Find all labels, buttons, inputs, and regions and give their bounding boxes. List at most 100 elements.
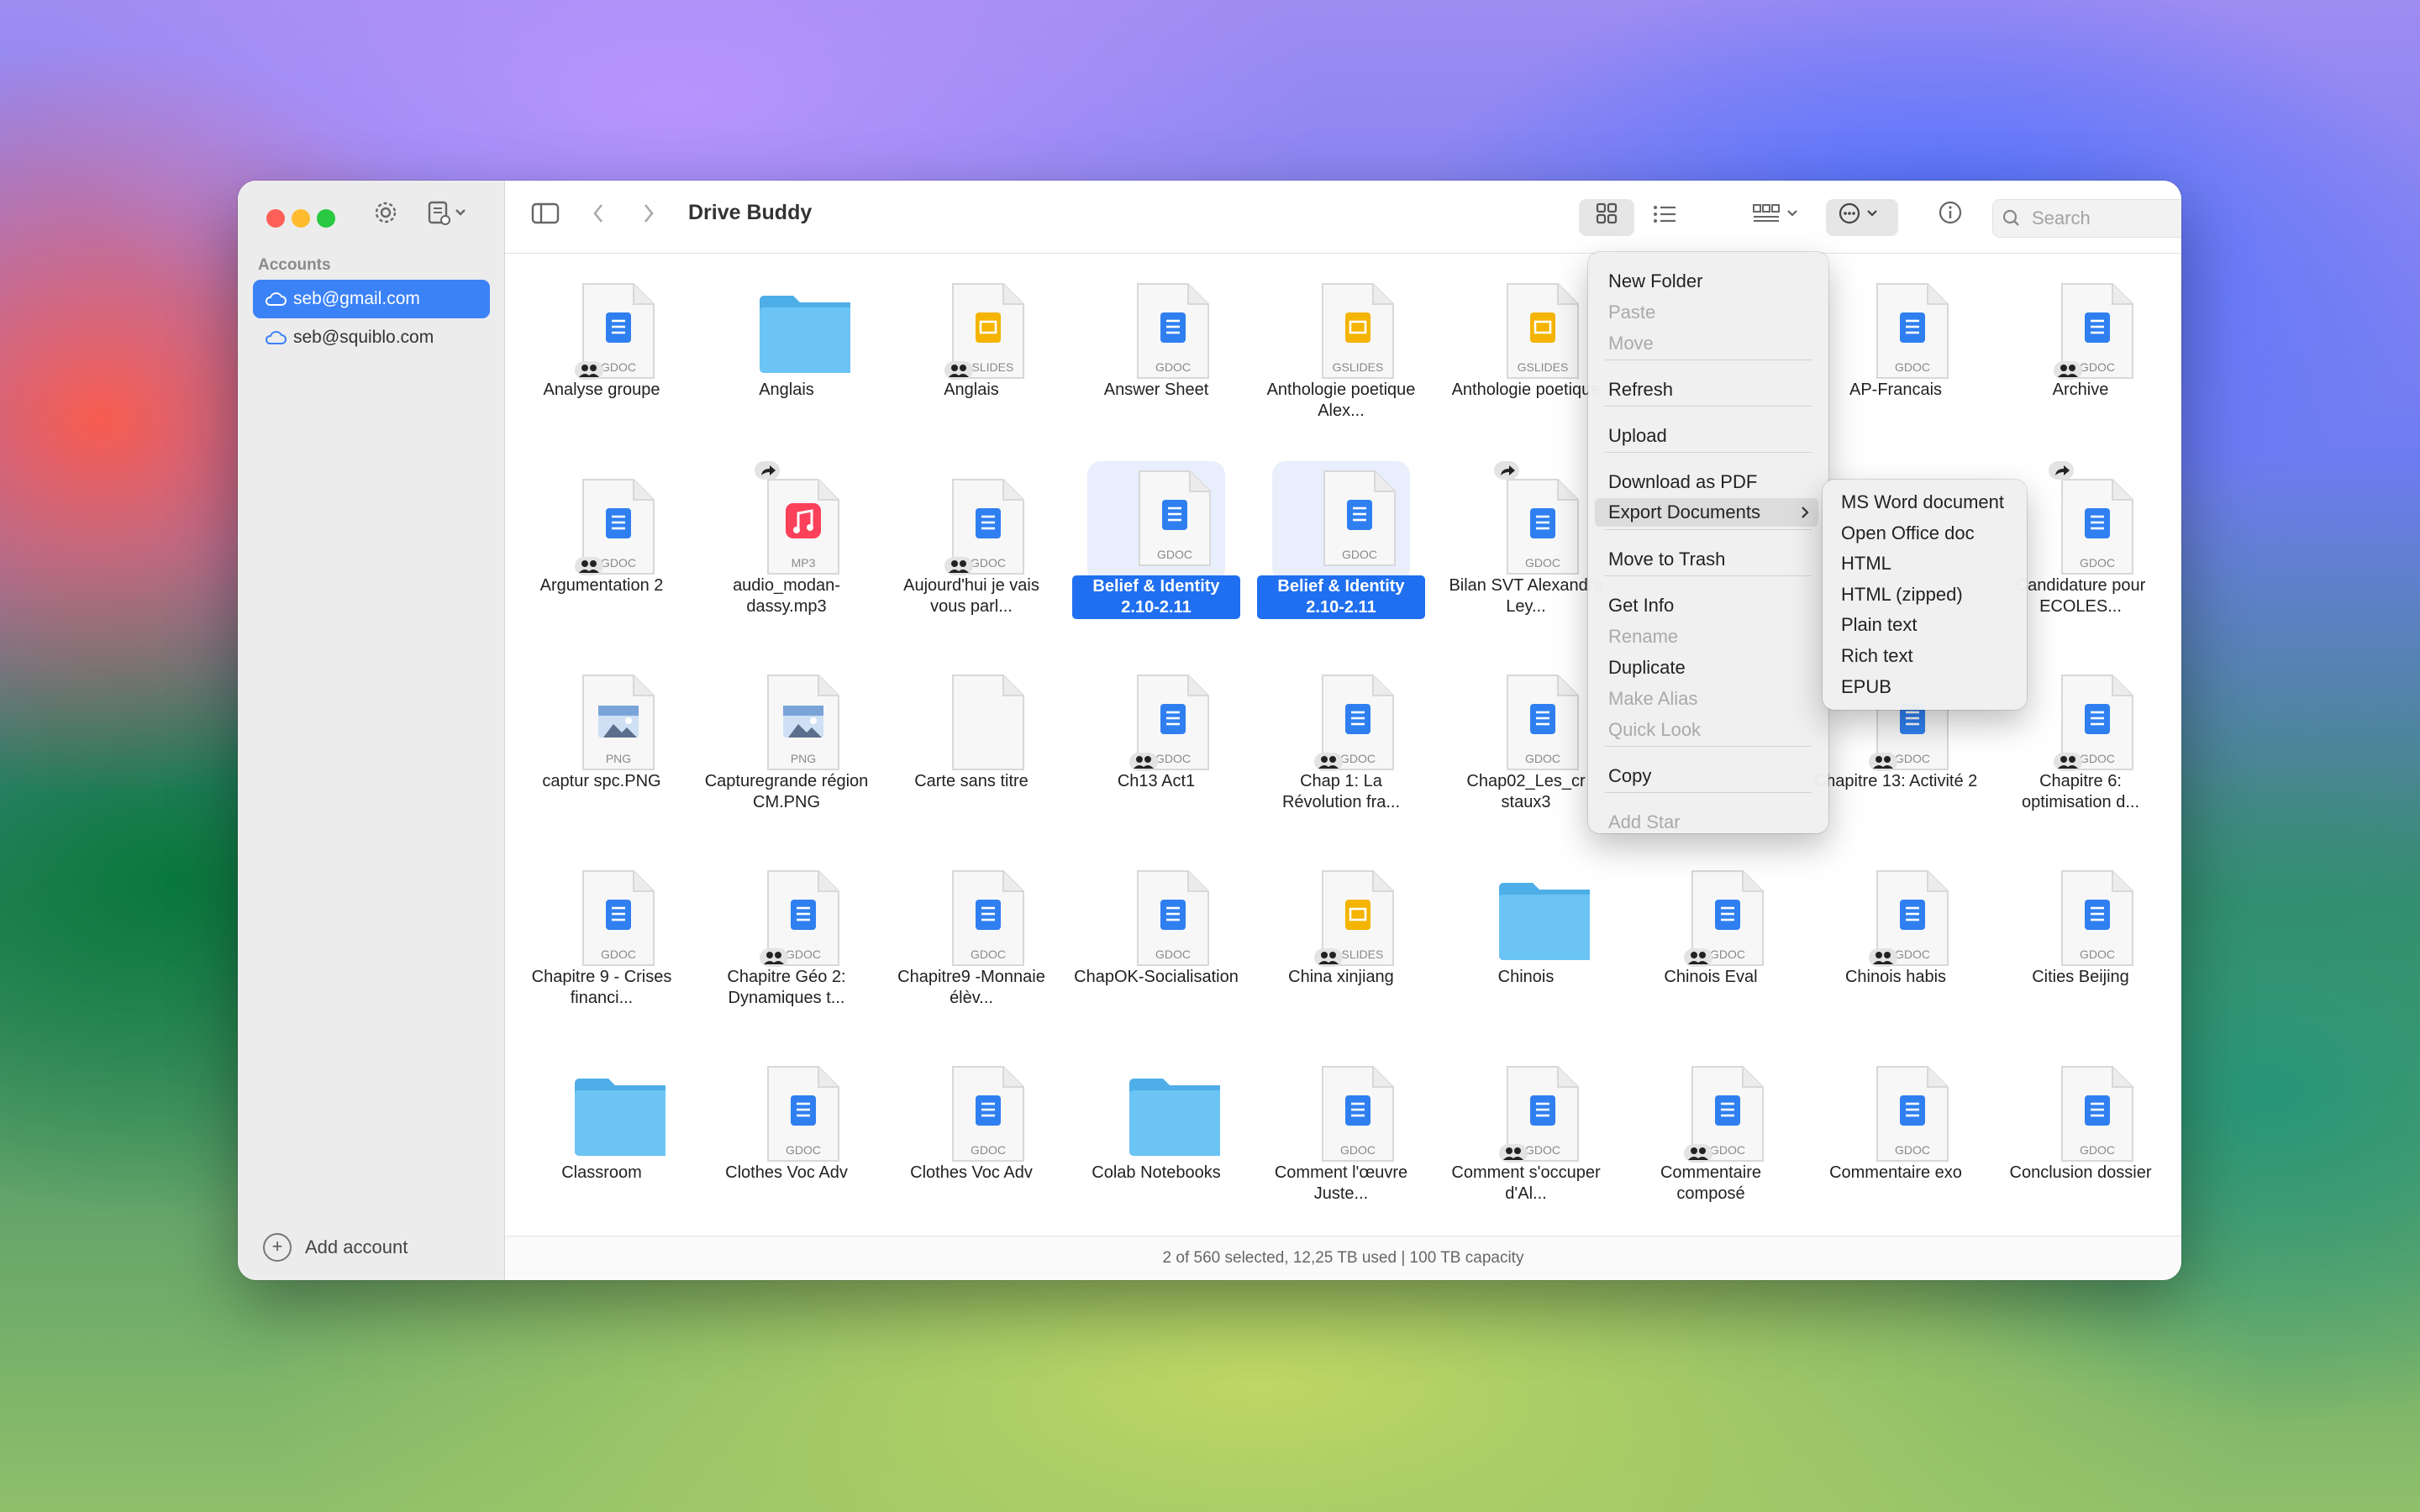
file-icon-container: GSLIDES xyxy=(1299,270,1394,380)
gear-icon[interactable] xyxy=(369,199,402,233)
search-input[interactable] xyxy=(2030,207,2181,230)
file-item[interactable]: GDOC Archive xyxy=(1996,254,2165,438)
forward-button[interactable] xyxy=(636,199,661,236)
file-item[interactable]: PNG captur spc.PNG xyxy=(518,645,686,830)
menu-item-new-folder[interactable]: New Folder xyxy=(1608,270,1702,292)
file-item[interactable]: GDOC Aujourd'hui je vais vous parl... xyxy=(887,449,1055,634)
menu-item-export-documents[interactable]: Export Documents xyxy=(1595,498,1818,527)
file-name: Belief & Identity 2.10-2.11 xyxy=(1257,575,1425,619)
export-option-html[interactable]: HTML xyxy=(1841,553,1891,575)
file-item[interactable]: GDOC Bilan SVT Alexandre Ley... xyxy=(1442,449,1610,634)
menu-item-download-as-pdf[interactable]: Download as PDF xyxy=(1608,471,1757,493)
file-item[interactable]: GDOC Chinois habis xyxy=(1812,841,1980,1026)
file-name-text: audio_modan-dassy.mp3 xyxy=(733,576,840,616)
account-item-squiblo[interactable]: seb@squiblo.com xyxy=(253,318,490,357)
svg-text:GDOC: GDOC xyxy=(601,360,636,374)
gdoc-file-icon: GDOC xyxy=(952,870,1024,966)
file-item[interactable]: GDOC Belief & Identity 2.10-2.11 xyxy=(1257,449,1425,634)
file-item[interactable]: GDOC Commentaire composé xyxy=(1627,1037,1795,1221)
file-item[interactable]: GDOC Chap 1: La Révolution fra... xyxy=(1257,645,1425,830)
file-item[interactable]: MP3 audio_modan-dassy.mp3 xyxy=(702,449,871,634)
new-document-menu-button[interactable] xyxy=(424,199,475,233)
file-name-text: Anthologie poetique xyxy=(1451,381,1601,399)
file-icon-container: GDOC xyxy=(2039,270,2133,380)
file-item[interactable]: GDOC AP-Francais xyxy=(1812,254,1980,438)
file-icon-container: GDOC xyxy=(929,1053,1024,1163)
file-name: Clothes Voc Adv xyxy=(887,1163,1055,1184)
file-item[interactable]: GSLIDES Anglais xyxy=(887,254,1055,438)
file-item[interactable]: Chinois xyxy=(1442,841,1610,1026)
menu-item-copy[interactable]: Copy xyxy=(1608,765,1651,787)
file-name-text: Capturegrande région CM.PNG xyxy=(704,772,869,811)
folder-icon xyxy=(1129,1079,1220,1156)
info-button[interactable] xyxy=(1933,199,1967,236)
file-item[interactable]: GSLIDES China xinjiang xyxy=(1257,841,1425,1026)
file-item[interactable]: PNG Capturegrande région CM.PNG xyxy=(702,645,871,830)
file-name: Clothes Voc Adv xyxy=(702,1163,871,1184)
file-item[interactable]: GDOC ChapOK-Socialisation xyxy=(1072,841,1240,1026)
export-option-html-zipped-[interactable]: HTML (zipped) xyxy=(1841,584,1963,606)
file-item[interactable]: GDOC Chap02_Les_cr staux3 xyxy=(1442,645,1610,830)
file-item[interactable]: Classroom xyxy=(518,1037,686,1221)
file-item[interactable]: GDOC Argumentation 2 xyxy=(518,449,686,634)
file-item[interactable]: GDOC Ch13 Act1 xyxy=(1072,645,1240,830)
menu-item-quick-look: Quick Look xyxy=(1608,719,1701,741)
svg-text:GDOC: GDOC xyxy=(2080,948,2115,961)
file-item[interactable]: GDOC Cities Beijing xyxy=(1996,841,2165,1026)
file-item[interactable]: GSLIDES Anthologie poetique Alex... xyxy=(1257,254,1425,438)
file-name: Chinois Eval xyxy=(1627,967,1795,988)
search-field[interactable] xyxy=(1992,199,2181,238)
file-item[interactable]: GDOC Chapitre9 -Monnaie élèv... xyxy=(887,841,1055,1026)
svg-text:GDOC: GDOC xyxy=(786,948,821,961)
file-item[interactable]: GDOC Answer Sheet xyxy=(1072,254,1240,438)
menu-item-duplicate[interactable]: Duplicate xyxy=(1608,657,1686,679)
file-item[interactable]: GDOC Chinois Eval xyxy=(1627,841,1795,1026)
add-account-button[interactable]: + Add account xyxy=(263,1233,408,1262)
close-window-button[interactable] xyxy=(266,209,285,228)
export-option-rich-text[interactable]: Rich text xyxy=(1841,645,1913,667)
file-item[interactable]: GDOC Clothes Voc Adv xyxy=(887,1037,1055,1221)
file-icon-container: GDOC xyxy=(1484,461,1579,575)
export-option-ms-word-document[interactable]: MS Word document xyxy=(1841,491,2004,513)
sidebar-toggle-button[interactable] xyxy=(529,199,562,236)
file-name: Chapitre 6: optimisation d... xyxy=(1996,771,2165,813)
file-item[interactable]: GDOC Comment s'occuper d'Al... xyxy=(1442,1037,1610,1221)
menu-item-refresh[interactable]: Refresh xyxy=(1608,379,1673,401)
export-option-epub[interactable]: EPUB xyxy=(1841,676,1891,698)
menu-item-label: Add Star xyxy=(1608,811,1681,832)
file-name-text: Chinois Eval xyxy=(1664,968,1758,986)
svg-text:GDOC: GDOC xyxy=(1525,556,1560,570)
minimize-window-button[interactable] xyxy=(292,209,310,228)
file-item[interactable]: GDOC Clothes Voc Adv xyxy=(702,1037,871,1221)
file-item[interactable]: Colab Notebooks xyxy=(1072,1037,1240,1221)
menu-item-move-to-trash[interactable]: Move to Trash xyxy=(1608,549,1725,570)
file-item[interactable]: GDOC Commentaire exo xyxy=(1812,1037,1980,1221)
file-item[interactable]: GSLIDES Anthologie poetique xyxy=(1442,254,1610,438)
file-item[interactable]: GDOC Comment l'œuvre Juste... xyxy=(1257,1037,1425,1221)
more-actions-button[interactable] xyxy=(1826,199,1898,236)
account-item-gmail[interactable]: seb@gmail.com xyxy=(253,280,490,318)
menu-item-upload[interactable]: Upload xyxy=(1608,425,1667,447)
file-item[interactable]: GDOC Chapitre Géo 2: Dynamiques t... xyxy=(702,841,871,1026)
alias-arrow-icon xyxy=(1494,461,1519,480)
file-name: Chap 1: La Révolution fra... xyxy=(1257,771,1425,813)
back-button[interactable] xyxy=(586,199,611,236)
gdoc-file-icon: GDOC xyxy=(2061,1066,2133,1162)
group-by-button[interactable] xyxy=(1749,199,1807,236)
file-item[interactable]: GDOC Chapitre 9 - Crises financi... xyxy=(518,841,686,1026)
export-option-open-office-doc[interactable]: Open Office doc xyxy=(1841,522,1975,544)
menu-item-get-info[interactable]: Get Info xyxy=(1608,595,1674,617)
zoom-window-button[interactable] xyxy=(317,209,335,228)
file-item[interactable]: GDOC Belief & Identity 2.10-2.11 xyxy=(1072,449,1240,634)
file-item[interactable]: GDOC Analyse groupe xyxy=(518,254,686,438)
grid-view-button[interactable] xyxy=(1579,199,1634,236)
file-name-text: Chapitre 13: Activité 2 xyxy=(1813,772,1978,790)
list-view-button[interactable] xyxy=(1639,199,1690,236)
file-item[interactable]: GDOC Conclusion dossier xyxy=(1996,1037,2165,1221)
shared-icon xyxy=(1314,948,1343,967)
shared-icon xyxy=(575,557,603,575)
file-item[interactable]: Anglais xyxy=(702,254,871,438)
file-name: Chapitre 9 - Crises financi... xyxy=(518,967,686,1009)
export-option-plain-text[interactable]: Plain text xyxy=(1841,614,1918,636)
file-item[interactable]: Carte sans titre xyxy=(887,645,1055,830)
